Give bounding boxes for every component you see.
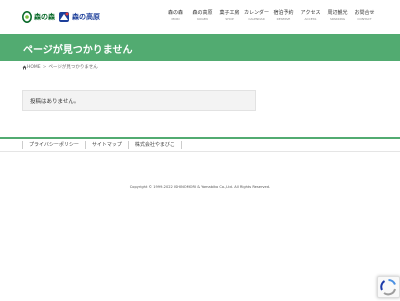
nav-sublabel: SHOP — [225, 17, 234, 21]
nav-label: 宿泊予約 — [273, 10, 294, 16]
footer-nav: プライバシーポリシー サイトマップ 株式会社やまびこ — [22, 140, 182, 150]
logo-kogen-link[interactable]: 森の高原 — [58, 8, 100, 26]
footer-divider — [0, 151, 400, 152]
nav-sublabel: MORI — [171, 17, 180, 21]
footer-link-company[interactable]: 株式会社やまびこ — [129, 141, 182, 149]
breadcrumb-separator: > — [42, 64, 47, 70]
nav-label: 森の森 — [167, 10, 183, 16]
nav-item-calendar[interactable]: カレンダー CALENDAR — [243, 10, 270, 26]
logo-mori-text: 森の森 — [34, 13, 55, 21]
nav-sublabel: SPARKING — [329, 17, 346, 21]
copyright-text: Copyright © 1999-2022 ISHINOMORI & Yamab… — [129, 185, 271, 189]
logo-mori-link[interactable]: 森の森 — [22, 8, 55, 26]
breadcrumb-home-link[interactable]: HOME — [27, 65, 41, 70]
footer-link-privacy[interactable]: プライバシーポリシー — [22, 141, 86, 149]
footer-accent-line — [0, 137, 400, 139]
breadcrumb-current: ページが見つかりません — [48, 65, 98, 70]
no-posts-text: 投稿はありません。 — [30, 99, 80, 105]
kogen-logo-icon — [59, 12, 69, 22]
site-footer — [0, 134, 400, 300]
nav-sublabel: ACCESS — [304, 17, 317, 21]
nav-item-mori[interactable]: 森の森 MORI — [162, 10, 189, 26]
nav-label: 菓子工房 — [219, 10, 240, 16]
nav-label: 周辺観光 — [327, 10, 348, 16]
recaptcha-badge[interactable] — [377, 276, 400, 298]
nav-label: アクセス — [300, 10, 321, 16]
nav-sublabel: RESERVE — [276, 17, 291, 21]
nav-label: カレンダー — [243, 10, 269, 16]
nav-item-sightseeing[interactable]: 周辺観光 SPARKING — [324, 10, 351, 26]
nav-item-reserve[interactable]: 宿泊予約 RESERVE — [270, 10, 297, 26]
nav-item-access[interactable]: アクセス ACCESS — [297, 10, 324, 26]
nav-label: 森の高原 — [192, 10, 213, 16]
mori-logo-icon — [22, 11, 32, 23]
no-posts-notice: 投稿はありません。 — [22, 90, 256, 111]
nav-item-shop[interactable]: 菓子工房 SHOP — [216, 10, 243, 26]
global-nav: 森の森 MORI 森の高原 KOGEN 菓子工房 SHOP カレンダー CALE… — [162, 10, 378, 26]
page-title: ページが見つかりません — [23, 45, 133, 56]
recaptcha-icon — [380, 279, 396, 296]
nav-label: お問合せ — [354, 10, 375, 16]
nav-item-contact[interactable]: お問合せ CONTACT — [351, 10, 378, 26]
nav-sublabel: CONTACT — [357, 17, 372, 21]
breadcrumb: HOME > ページが見つかりません — [22, 64, 98, 70]
page-title-band: ページが見つかりません — [0, 34, 400, 61]
nav-item-kogen[interactable]: 森の高原 KOGEN — [189, 10, 216, 26]
nav-sublabel: KOGEN — [197, 17, 208, 21]
nav-sublabel: CALENDAR — [248, 17, 265, 21]
site-header: 森の森 森の高原 森の森 MORI 森の高原 KOGEN 菓子工房 SHOP カ… — [0, 0, 400, 34]
footer-link-sitemap[interactable]: サイトマップ — [86, 141, 129, 149]
logo-kogen-text: 森の高原 — [72, 13, 100, 21]
